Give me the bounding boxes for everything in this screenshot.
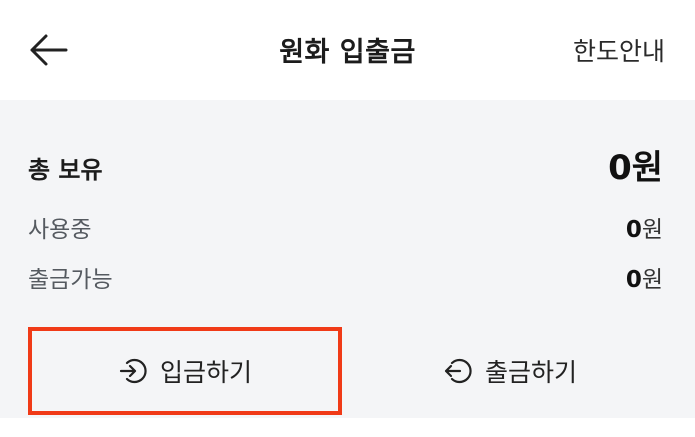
in-use-unit: 원 bbox=[641, 217, 663, 243]
total-holdings-label: 총 보유 bbox=[28, 156, 103, 184]
in-use-value: 0원 bbox=[626, 210, 663, 244]
withdraw-circular-arrow-icon bbox=[444, 358, 472, 384]
withdrawable-label: 출금가능 bbox=[28, 267, 113, 293]
top-bar: 원화 입출금 한도안내 bbox=[0, 0, 695, 100]
withdrawable-value: 0원 bbox=[626, 260, 663, 294]
limit-guide-link[interactable]: 한도안내 bbox=[573, 32, 665, 68]
deposit-button[interactable]: 입금하기 bbox=[28, 327, 342, 415]
in-use-label: 사용중 bbox=[28, 217, 92, 243]
withdraw-label: 출금하기 bbox=[484, 358, 577, 387]
total-holdings-value: 0원 bbox=[608, 148, 663, 188]
withdrawable-amount: 0 bbox=[625, 267, 642, 293]
withdrawable-unit: 원 bbox=[641, 267, 663, 293]
deposit-label: 입금하기 bbox=[159, 358, 252, 387]
in-use-amount: 0 bbox=[625, 217, 642, 243]
deposit-circular-arrow-icon bbox=[119, 358, 147, 384]
balance-panel: 총 보유 0원 사용중 0원 출금가능 0원 입금하기 출금하기 bbox=[0, 100, 695, 418]
withdraw-button[interactable]: 출금하기 bbox=[350, 327, 670, 415]
